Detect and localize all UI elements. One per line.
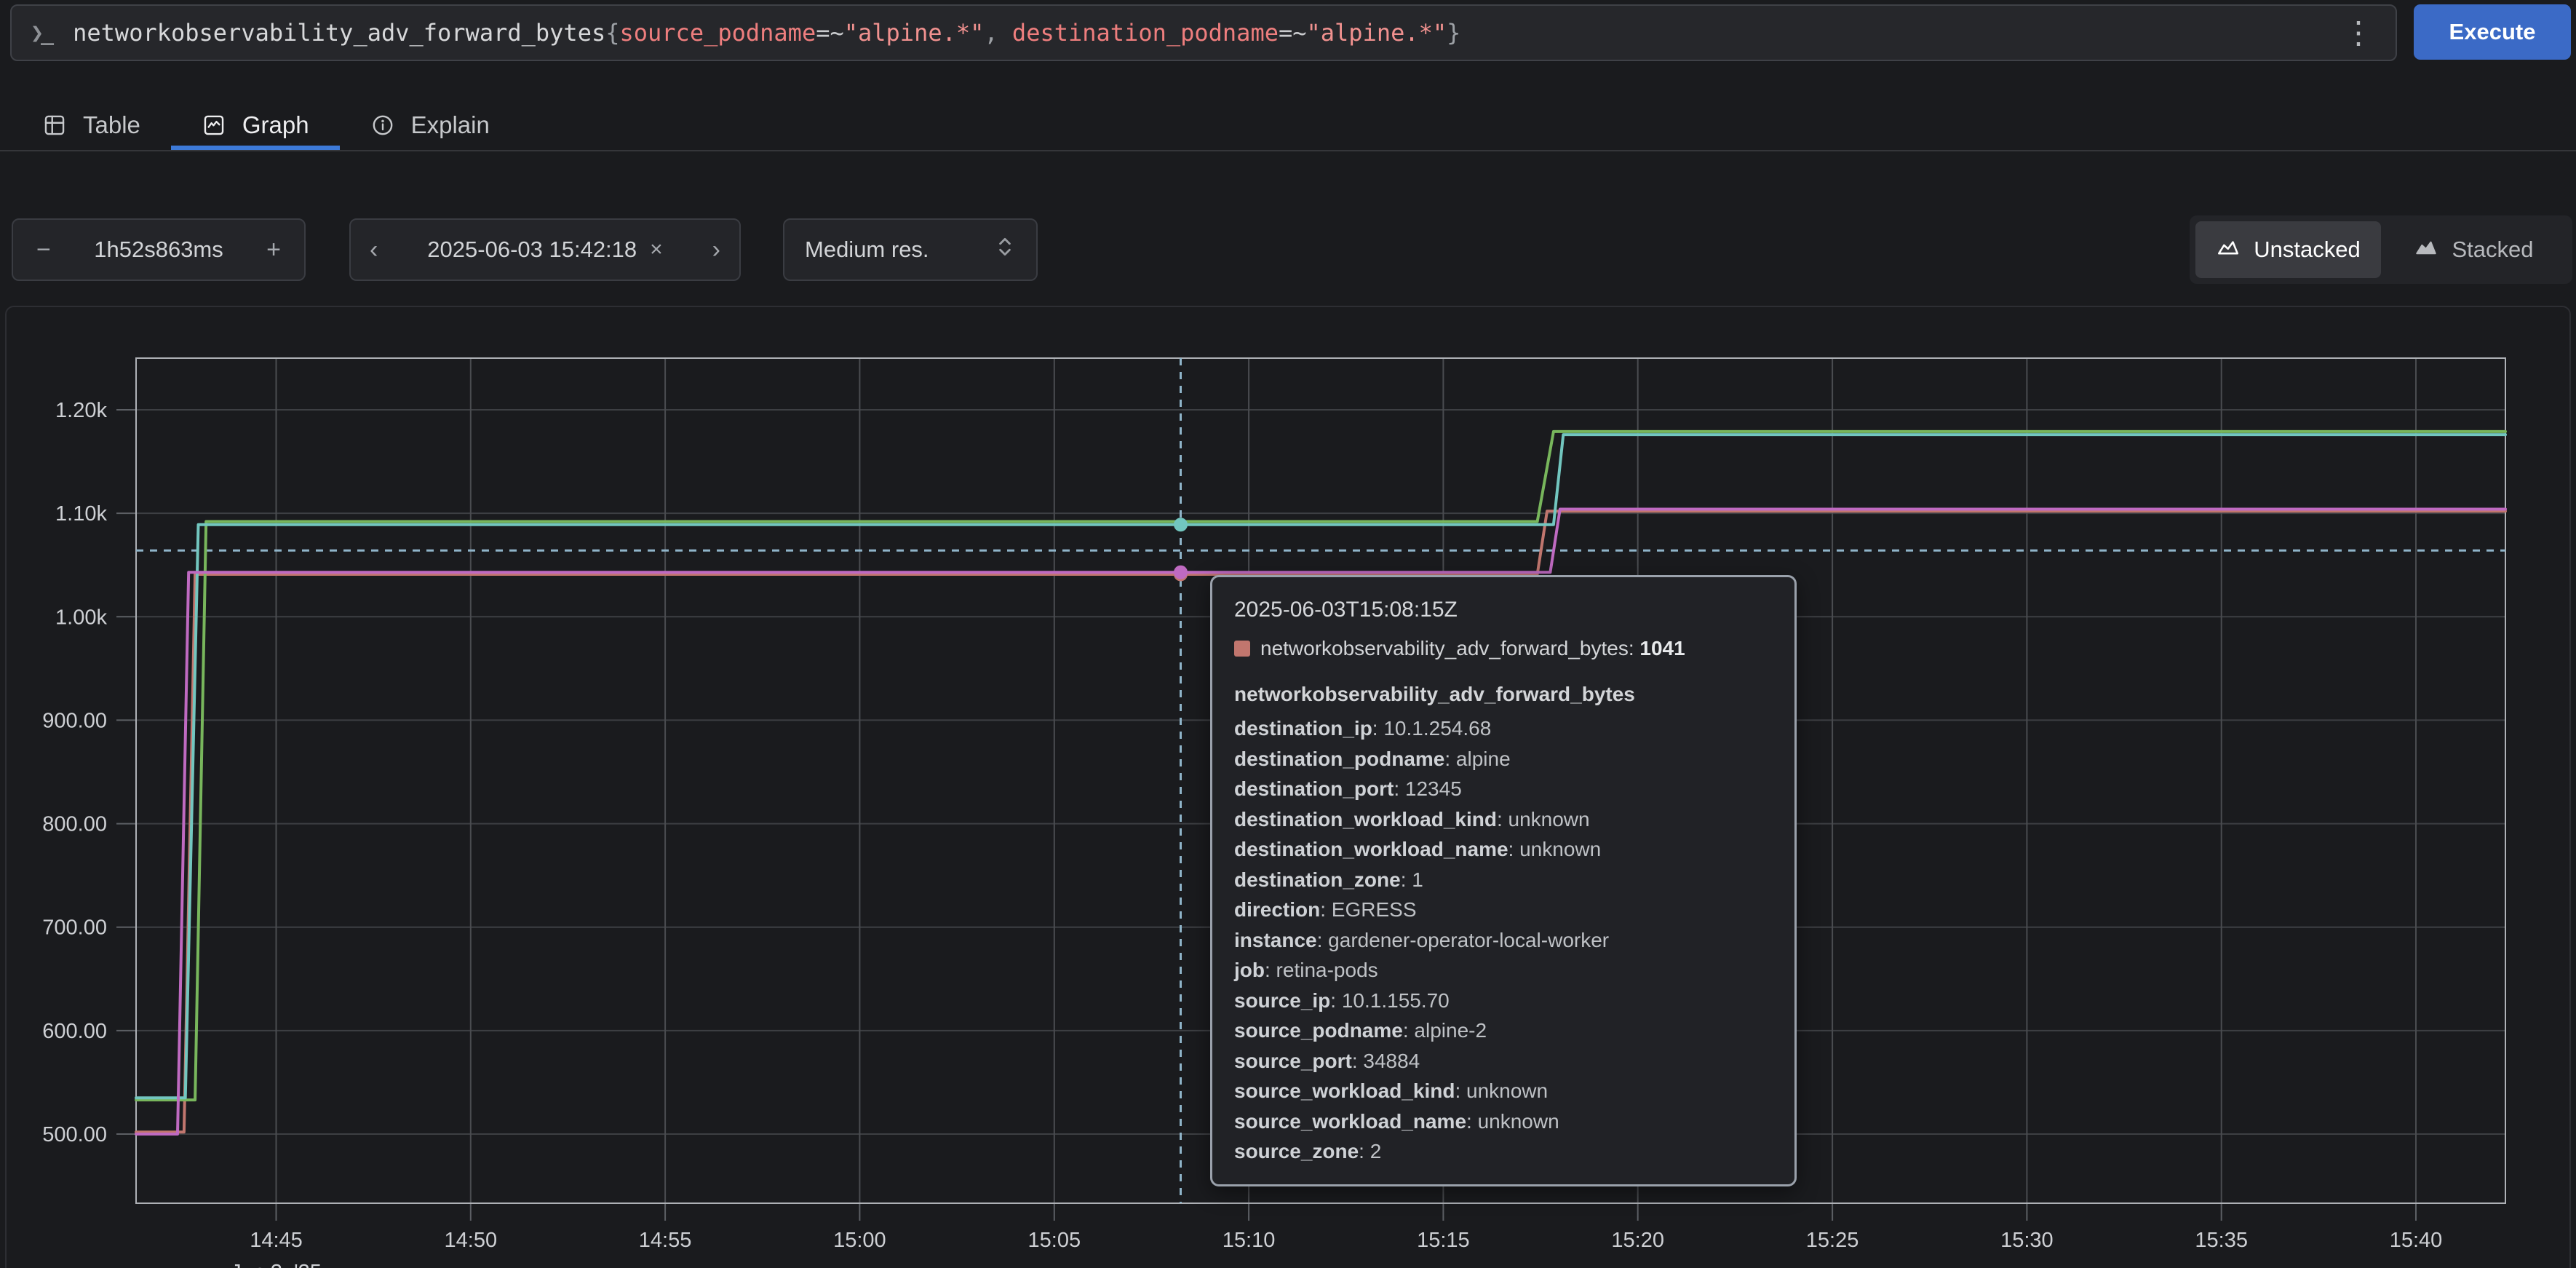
tooltip-label-row: destination_workload_name: unknown bbox=[1234, 834, 1773, 865]
tooltip-label-list: destination_ip: 10.1.254.68destination_p… bbox=[1234, 713, 1773, 1167]
tooltip-label-row: source_podname: alpine-2 bbox=[1234, 1015, 1773, 1046]
tooltip-timestamp: 2025-06-03T15:08:15Z bbox=[1234, 599, 1773, 621]
tooltip-label-row: destination_zone: 1 bbox=[1234, 865, 1773, 895]
svg-text:15:00: 15:00 bbox=[833, 1229, 886, 1252]
svg-text:15:30: 15:30 bbox=[2000, 1229, 2054, 1252]
hover-tooltip: 2025-06-03T15:08:15Z networkobservabilit… bbox=[1210, 575, 1797, 1186]
svg-text:1.00k: 1.00k bbox=[55, 606, 107, 629]
tooltip-label-row: job: retina-pods bbox=[1234, 955, 1773, 986]
svg-text:15:15: 15:15 bbox=[1417, 1229, 1470, 1252]
tooltip-label-row: destination_ip: 10.1.254.68 bbox=[1234, 713, 1773, 744]
svg-text:15:20: 15:20 bbox=[1611, 1229, 1664, 1252]
tooltip-metric-name: networkobservability_adv_forward_bytes bbox=[1234, 679, 1773, 709]
tooltip-series-text: networkobservability_adv_forward_bytes: … bbox=[1260, 638, 1685, 659]
svg-text:15:10: 15:10 bbox=[1223, 1229, 1276, 1252]
tooltip-label-row: instance: gardener-operator-local-worker bbox=[1234, 925, 1773, 956]
series-color-swatch bbox=[1234, 641, 1250, 657]
tooltip-series-row: networkobservability_adv_forward_bytes: … bbox=[1234, 638, 1773, 659]
svg-text:1.20k: 1.20k bbox=[55, 399, 107, 422]
svg-text:14:45: 14:45 bbox=[250, 1229, 303, 1252]
svg-text:800.00: 800.00 bbox=[42, 813, 107, 836]
tooltip-label-row: source_workload_kind: unknown bbox=[1234, 1076, 1773, 1106]
tooltip-label-row: direction: EGRESS bbox=[1234, 895, 1773, 925]
svg-text:900.00: 900.00 bbox=[42, 709, 107, 732]
svg-text:Jun 3, '25: Jun 3, '25 bbox=[231, 1261, 322, 1268]
tooltip-label-row: source_workload_name: unknown bbox=[1234, 1106, 1773, 1137]
tooltip-label-row: source_ip: 10.1.155.70 bbox=[1234, 986, 1773, 1016]
tooltip-label-row: source_zone: 2 bbox=[1234, 1136, 1773, 1167]
svg-text:600.00: 600.00 bbox=[42, 1020, 107, 1043]
svg-text:500.00: 500.00 bbox=[42, 1123, 107, 1146]
svg-text:14:55: 14:55 bbox=[639, 1229, 692, 1252]
tooltip-label-row: destination_port: 12345 bbox=[1234, 774, 1773, 804]
tooltip-label-row: destination_workload_kind: unknown bbox=[1234, 804, 1773, 835]
svg-text:14:50: 14:50 bbox=[445, 1229, 498, 1252]
svg-text:15:05: 15:05 bbox=[1028, 1229, 1081, 1252]
svg-text:700.00: 700.00 bbox=[42, 916, 107, 940]
svg-text:15:35: 15:35 bbox=[2195, 1229, 2248, 1252]
svg-text:15:40: 15:40 bbox=[2390, 1229, 2443, 1252]
tooltip-series-value: 1041 bbox=[1639, 637, 1685, 659]
svg-text:1.10k: 1.10k bbox=[55, 502, 107, 526]
prometheus-graph-page: ❯_ networkobservability_adv_forward_byte… bbox=[0, 0, 2576, 1268]
tooltip-label-row: source_port: 34884 bbox=[1234, 1046, 1773, 1077]
svg-text:15:25: 15:25 bbox=[1806, 1229, 1859, 1252]
tooltip-label-row: destination_podname: alpine bbox=[1234, 744, 1773, 774]
